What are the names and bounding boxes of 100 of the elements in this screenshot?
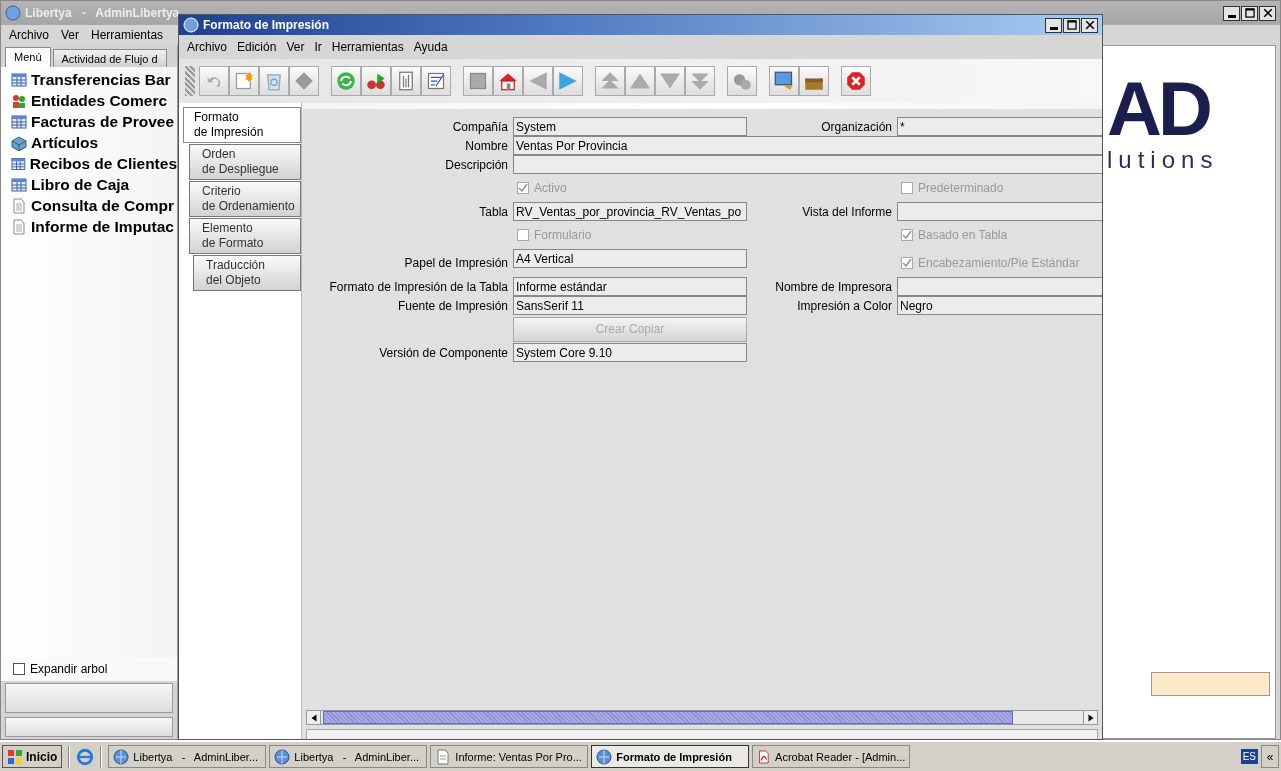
text-field[interactable]: RV_Ventas_por_provincia_RV_Ventas_po (513, 202, 747, 221)
checkbox[interactable] (13, 663, 25, 675)
text-field[interactable] (897, 202, 1102, 221)
toolbar-button[interactable] (391, 66, 421, 96)
toolbar-grip[interactable] (185, 66, 195, 96)
menu-item[interactable]: Ver (286, 40, 305, 54)
menu-item[interactable]: Ver (61, 28, 80, 42)
menu-item[interactable]: Archivo (9, 28, 49, 42)
logo-tagline: lutions (1107, 146, 1219, 174)
menu-item[interactable]: Ayuda (413, 40, 448, 54)
field-label: Vista del Informe (801, 204, 892, 219)
checkbox-label: Predeterminado (918, 181, 1004, 195)
taskbar-button[interactable]: Acrobat Reader - [Admin... (752, 745, 911, 768)
right-arrow-icon (1086, 713, 1095, 722)
tree-item[interactable]: Informe de Imputac (31, 217, 174, 236)
toolbar-button[interactable] (421, 66, 451, 96)
text-field[interactable]: System (513, 117, 747, 136)
window-title: Formato de Impresión (203, 18, 331, 32)
toolbar-button[interactable] (727, 66, 757, 96)
toolbar-button[interactable] (361, 66, 391, 96)
boxes-icon (11, 134, 27, 151)
field-label: Descripción (444, 157, 508, 172)
toolbar-button[interactable] (799, 66, 829, 96)
tree-item[interactable]: Libro de Caja (31, 175, 130, 194)
horizontal-scrollbar[interactable] (306, 710, 1098, 725)
home-icon (498, 71, 518, 91)
tab[interactable]: Elemento de Formato (189, 218, 301, 254)
tree-item[interactable]: Artículos (31, 133, 99, 152)
minimize-button[interactable] (1223, 5, 1240, 21)
taskbar-button[interactable]: Libertya - AdminLiber... (108, 745, 267, 768)
tab[interactable]: Actividad de Flujo d (52, 49, 167, 67)
globe-icon (113, 748, 130, 765)
menu-item[interactable]: Herramientas (91, 28, 164, 42)
logo-mark: AD (1107, 76, 1209, 142)
maximize-button[interactable] (1063, 17, 1080, 33)
field-label: Versión de Componente (378, 345, 508, 360)
pdf-icon (757, 748, 772, 765)
minimize-button[interactable] (1045, 17, 1062, 33)
text-field[interactable]: SansSerif 11 (513, 296, 747, 315)
close-button[interactable] (1081, 17, 1098, 33)
menu-item[interactable]: Herramientas (331, 40, 404, 54)
toolbar-button[interactable] (463, 66, 493, 96)
tree-item[interactable]: Transferencias Bar (31, 70, 171, 89)
minimize-icon (1227, 14, 1236, 18)
tray-toggle-button[interactable]: « (1261, 745, 1279, 768)
maximize-button[interactable] (1241, 5, 1258, 21)
close-button[interactable] (1259, 5, 1276, 21)
text-field[interactable]: A4 Vertical (513, 249, 747, 268)
tab[interactable]: Orden de Despliegue (189, 144, 301, 180)
toolbar-button[interactable] (331, 66, 361, 96)
last-record-icon (690, 71, 710, 91)
language-indicator[interactable]: ES (1240, 749, 1258, 764)
taskbar-button[interactable]: Informe: Ventas Por Pro... (430, 745, 589, 768)
toolbar-button[interactable] (493, 66, 523, 96)
globe-icon (274, 748, 291, 765)
start-button[interactable]: Inicio (2, 745, 63, 768)
tree-item[interactable]: Entidades Comerc (31, 91, 168, 110)
checkbox-label: Activo (534, 181, 567, 195)
text-field[interactable] (1151, 672, 1270, 696)
windows-logo-icon (7, 748, 23, 765)
text-field[interactable]: * (897, 117, 1102, 136)
maximize-icon (1066, 20, 1077, 30)
tab[interactable]: Menú (5, 47, 51, 67)
close-icon (1262, 8, 1273, 18)
tree-item[interactable]: Recibos de Clientes (29, 154, 177, 173)
menu-item[interactable]: Archivo (187, 40, 227, 54)
document-icon (11, 218, 27, 235)
scroll-thumb[interactable] (323, 711, 1013, 724)
toolbar-button[interactable] (769, 66, 799, 96)
table-icon (11, 176, 27, 193)
tree-item[interactable]: Consulta de Compr (31, 196, 174, 215)
new-record-icon (234, 71, 254, 91)
tab[interactable]: Formato de Impresión (183, 107, 301, 143)
document-icon (11, 197, 27, 214)
left-arrow-icon (528, 71, 548, 91)
text-field[interactable] (513, 155, 1102, 174)
tree-item[interactable]: Facturas de Provee (31, 112, 174, 131)
toolbar-button[interactable] (553, 66, 583, 96)
text-field[interactable]: Ventas Por Provincia (513, 136, 1102, 155)
maximize-icon (1244, 8, 1255, 18)
text-field[interactable]: Informe estándar (513, 277, 747, 296)
text-field[interactable]: System Core 9.10 (513, 343, 747, 362)
field-label: Formato de Impresión de la Tabla (328, 279, 508, 294)
taskbar-button[interactable]: Formato de Impresión (591, 745, 750, 768)
menu-item[interactable]: Edición (237, 40, 277, 54)
trash-icon (264, 71, 284, 91)
toolbar-button[interactable] (229, 66, 259, 96)
toolbar-button[interactable] (289, 66, 319, 96)
tab[interactable]: Traducción del Objeto (193, 255, 301, 291)
window-title: Libertya - AdminLibertya (25, 6, 181, 20)
menu-item[interactable]: Ir (314, 40, 322, 54)
toolbar-button[interactable] (841, 66, 871, 96)
up-arrow-icon (630, 71, 650, 91)
tab[interactable]: Criterio de Ordenamiento (189, 181, 301, 217)
text-field[interactable] (897, 277, 1102, 296)
left-arrow-icon (309, 713, 318, 722)
taskbar-button[interactable]: Libertya - AdminLiber... (269, 745, 428, 768)
text-field[interactable]: Negro (897, 296, 1102, 315)
checkbox-label: Formulario (534, 228, 592, 242)
globe-icon (596, 748, 613, 765)
